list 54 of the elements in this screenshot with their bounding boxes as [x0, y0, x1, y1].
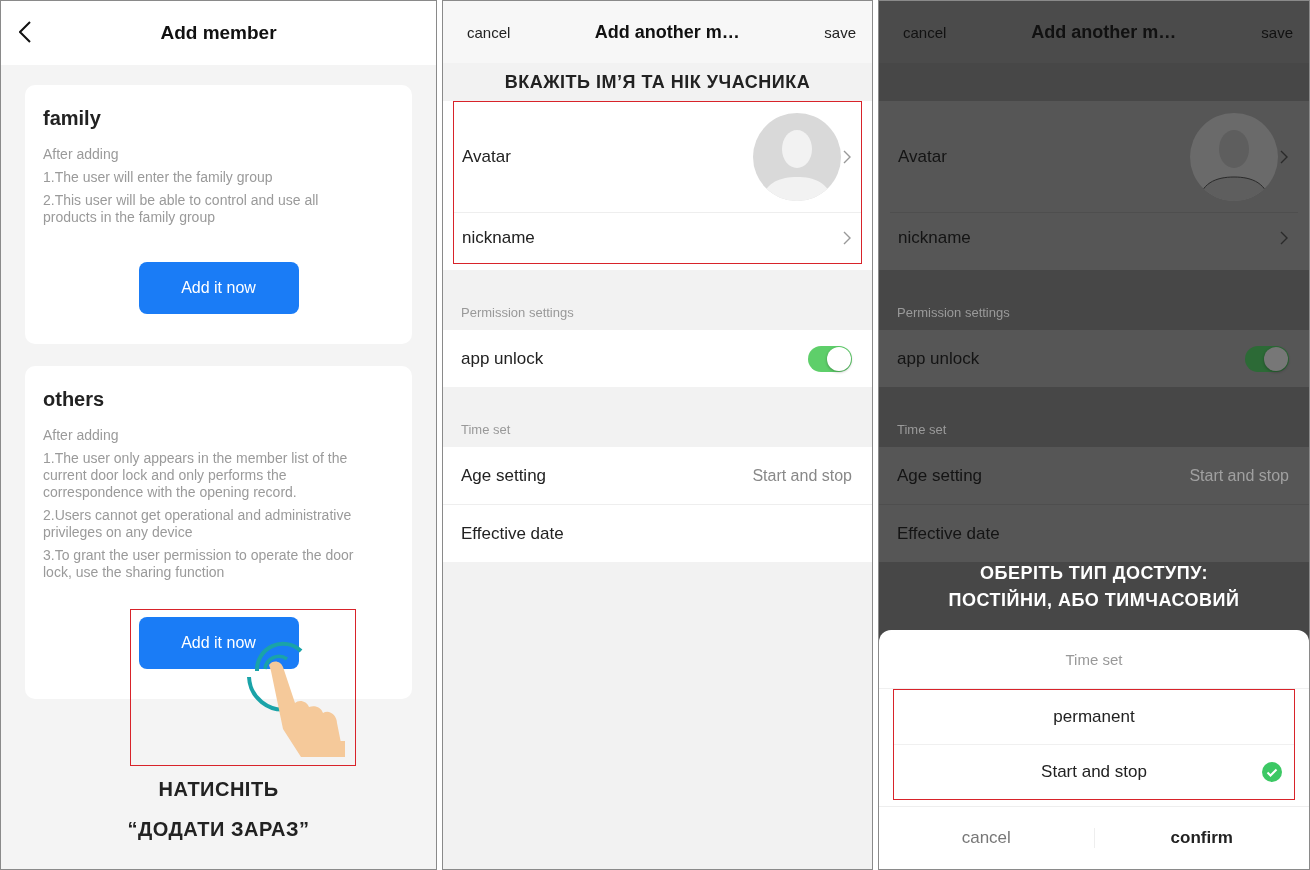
sheet-title: Time set	[1065, 650, 1123, 668]
add-it-now-button[interactable]: Add it now	[138, 262, 299, 314]
row-label: Age setting	[461, 465, 547, 486]
settings-row[interactable]: app unlock	[443, 330, 872, 387]
settings-row[interactable]: Age setting Start and stop	[443, 447, 872, 505]
row-label: app unlock	[897, 348, 980, 369]
card-title: family	[43, 107, 102, 130]
back-icon[interactable]	[19, 21, 31, 43]
description-text: 3.To grant the user permission to operate the door lock, use the sharing function	[43, 547, 355, 581]
instruction-caption: “ДОДАТИ ЗАРАЗ”	[126, 817, 311, 842]
row-label: Avatar	[898, 147, 947, 167]
description-text: 1.The user only appears in the member list of the current door lock and only performs the correspondence with the opening record.	[43, 450, 349, 501]
description-text: After adding	[43, 427, 120, 444]
row-label: nickname	[898, 228, 971, 248]
save-button[interactable]: save	[824, 23, 856, 41]
chevron-icon	[843, 150, 851, 164]
avatar-placeholder-icon	[753, 113, 841, 201]
settings-row[interactable]: Effective date	[443, 505, 872, 562]
screen-title: Add another m…	[1031, 21, 1177, 43]
cancel-button[interactable]: cancel	[467, 23, 511, 41]
instruction-caption: НАТИСНІТЬ	[157, 777, 280, 802]
row-label: Avatar	[462, 147, 511, 167]
description-text: 2.This user will be able to control and use all products in the family group	[43, 192, 320, 226]
section-header: Time set	[897, 422, 947, 437]
chevron-icon	[1280, 231, 1288, 245]
description-text: After adding	[43, 146, 120, 163]
row-label: Age setting	[897, 465, 983, 486]
section-header: Time set	[461, 422, 511, 437]
instruction-caption: ПОСТІЙНИ, АБО ТИМЧАСОВИЙ	[947, 588, 1241, 612]
add-it-now-button[interactable]: Add it now	[138, 617, 299, 669]
chevron-icon	[843, 231, 851, 245]
section-header: Permission settings	[461, 305, 574, 320]
screen-title: Add member	[160, 22, 277, 44]
time-option[interactable]: Start and stop	[894, 745, 1294, 799]
row-label: Effective date	[461, 523, 564, 544]
toggle-switch[interactable]	[1245, 345, 1289, 372]
instruction-caption: ОБЕРІТЬ ТИП ДОСТУПУ:	[979, 562, 1209, 585]
row-label: nickname	[462, 228, 535, 248]
row-label: Effective date	[897, 523, 1000, 544]
description-text: 1.The user will enter the family group	[43, 169, 274, 186]
row-value: Start and stop	[1189, 466, 1289, 485]
cancel-button[interactable]: cancel	[879, 828, 1095, 848]
row-label: app unlock	[461, 348, 544, 369]
time-option[interactable]: permanent	[894, 690, 1294, 745]
confirm-button[interactable]: confirm	[1094, 828, 1309, 848]
screen-title: Add another m…	[594, 21, 740, 43]
toggle-switch[interactable]	[808, 345, 852, 372]
section-header: Permission settings	[897, 305, 1010, 320]
card-title: others	[43, 388, 106, 411]
chevron-icon	[1280, 150, 1288, 164]
description-text: 2.Users cannot get operational and administrative privileges on any device	[43, 507, 353, 541]
instruction-caption: ВКАЖІТЬ ІМ’Я ТА НІК УЧАСНИКА	[504, 71, 811, 93]
avatar-placeholder-icon	[1190, 113, 1278, 201]
row-value: Start and stop	[752, 466, 852, 485]
